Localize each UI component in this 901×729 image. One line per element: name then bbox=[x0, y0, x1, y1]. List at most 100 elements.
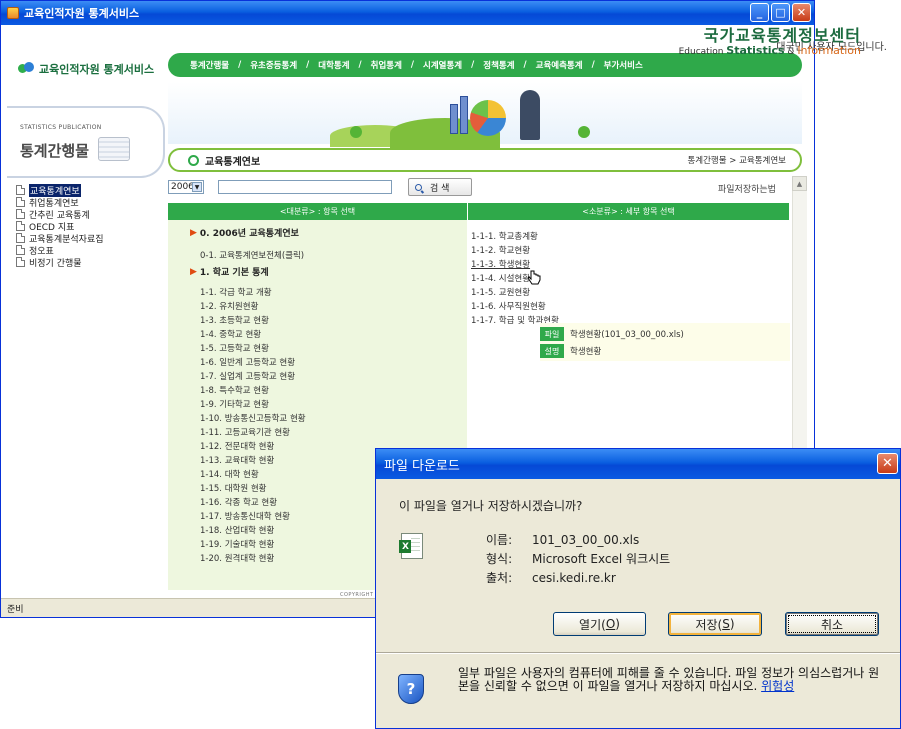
chevron-down-icon[interactable]: ▼ bbox=[192, 182, 202, 192]
search-input[interactable] bbox=[218, 180, 392, 194]
file-name-link[interactable]: 학생현황(101_03_00_00.xls) bbox=[570, 328, 684, 340]
open-button[interactable]: 열기(O) bbox=[553, 612, 646, 636]
person-illustration bbox=[520, 90, 540, 140]
minimize-button[interactable]: _ bbox=[750, 3, 769, 22]
cancel-button[interactable]: 취소 bbox=[785, 612, 879, 636]
document-icon bbox=[16, 221, 25, 231]
dialog-title: 파일 다운로드 bbox=[384, 458, 460, 474]
tree-icon bbox=[578, 126, 590, 138]
list-item[interactable]: 1-13. 교육대학 현황 bbox=[200, 454, 274, 466]
scroll-up-button[interactable]: ▲ bbox=[792, 176, 807, 191]
file-source-row: 출처: cesi.kedi.re.kr bbox=[486, 571, 616, 585]
list-item[interactable]: 1-15. 대학원 현황 bbox=[200, 482, 267, 494]
list-item[interactable]: 1-16. 각종 학교 현황 bbox=[200, 496, 277, 508]
file-source-value: cesi.kedi.re.kr bbox=[532, 571, 616, 585]
list-item[interactable]: 1-7. 실업계 고등학교 현황 bbox=[200, 370, 295, 382]
triangle-right-icon: ▶ bbox=[190, 227, 197, 238]
nav-item-university[interactable]: 대학통계 bbox=[318, 59, 349, 71]
save-method-link[interactable]: 파일저장하는법 bbox=[718, 182, 776, 195]
sidebar-item-analysis[interactable]: 교육통계분석자료집 bbox=[16, 232, 104, 245]
list-item[interactable]: 1-1. 각급 학교 개황 bbox=[200, 286, 272, 298]
pie-chart-icon bbox=[470, 100, 506, 136]
category-group-head[interactable]: ▶ 0. 2006년 교육통계연보 bbox=[190, 226, 299, 240]
page-title: 교육통계연보 bbox=[205, 156, 261, 168]
sidebar-title: 통계간행물 bbox=[20, 142, 90, 160]
nav-item-extra[interactable]: 부가서비스 bbox=[604, 59, 643, 71]
status-text: 준비 bbox=[7, 604, 24, 615]
list-item[interactable]: 1-2. 유치원현황 bbox=[200, 300, 258, 312]
sidebar-item-brief-stats[interactable]: 간추린 교육통계 bbox=[16, 208, 104, 221]
logo-icon bbox=[18, 62, 34, 76]
sidebar-subtitle: STATISTICS PUBLICATION bbox=[20, 124, 102, 131]
category-group-head[interactable]: ▶ 1. 학교 기본 통계 bbox=[190, 265, 269, 279]
list-item[interactable]: 1-1-2. 학교현황 bbox=[471, 244, 530, 256]
risk-link[interactable]: 위험성 bbox=[761, 679, 794, 693]
file-type-value: Microsoft Excel 워크시트 bbox=[532, 552, 671, 566]
nav-item-publications[interactable]: 통계간행물 bbox=[190, 59, 229, 71]
list-item[interactable]: 1-1-5. 교원현황 bbox=[471, 286, 530, 298]
sidebar-item-yearbook[interactable]: 교육통계연보 bbox=[16, 183, 104, 197]
list-item[interactable]: 1-4. 중학교 현황 bbox=[200, 328, 261, 340]
excel-file-icon: X bbox=[399, 533, 423, 559]
list-item[interactable]: 1-11. 고등교육기관 현황 bbox=[200, 426, 290, 438]
list-item[interactable]: 1-1-6. 사무직원현황 bbox=[471, 300, 546, 312]
logo-text: 교육인적자원 통계서비스 bbox=[39, 63, 155, 76]
document-icon bbox=[16, 209, 25, 219]
banner-subtitle: Education Statistics & Information bbox=[678, 44, 861, 57]
list-item[interactable]: 1-18. 산업대학 현황 bbox=[200, 524, 274, 536]
page-header: 교육통계연보 통계간행물 > 교육통계연보 bbox=[168, 148, 802, 172]
list-item[interactable]: 1-9. 기타학교 현황 bbox=[200, 398, 269, 410]
window-title: 교육인적자원 통계서비스 bbox=[24, 7, 140, 20]
list-item[interactable]: 0-1. 교육통계연보전체(클릭) bbox=[200, 249, 304, 261]
list-item[interactable]: 1-14. 대학 현황 bbox=[200, 468, 259, 480]
list-item[interactable]: 1-20. 원격대학 현황 bbox=[200, 552, 274, 564]
list-item[interactable]: 1-5. 고등학교 현황 bbox=[200, 342, 269, 354]
sidebar-item-employment-yearbook[interactable]: 취업통계연보 bbox=[16, 196, 104, 209]
banner-title: 국가교육통계정보센터 bbox=[703, 26, 861, 45]
nav-item-timeseries[interactable]: 시계열통계 bbox=[423, 59, 462, 71]
list-item[interactable]: 1-19. 기술대학 현황 bbox=[200, 538, 274, 550]
nav-item-forecast[interactable]: 교육예측통계 bbox=[536, 59, 583, 71]
document-icon bbox=[16, 185, 25, 195]
maximize-button[interactable]: □ bbox=[771, 3, 790, 22]
search-button[interactable]: 검 색 bbox=[408, 178, 472, 196]
list-item[interactable]: 1-10. 방송통신고등학교 현황 bbox=[200, 412, 306, 424]
nav-item-policy[interactable]: 정책통계 bbox=[483, 59, 514, 71]
sidebar-item-irregular[interactable]: 비정기 간행물 bbox=[16, 256, 104, 269]
sidebar-tree: 교육통계연보 취업통계연보 간추린 교육통계 OECD 지표 교육통계분석자료집… bbox=[16, 183, 104, 269]
file-tag: 파일 bbox=[540, 327, 564, 341]
major-category-header: <대분류> : 항목 선택 bbox=[168, 203, 467, 220]
file-name-row: 이름: 101_03_00_00.xls bbox=[486, 533, 640, 547]
dialog-titlebar[interactable]: 파일 다운로드 ✕ bbox=[376, 449, 900, 479]
list-item[interactable]: 1-1-1. 학교총계황 bbox=[471, 230, 538, 242]
list-item[interactable]: 1-6. 일반계 고등학교 현황 bbox=[200, 356, 295, 368]
sidebar-item-errata[interactable]: 정오표 bbox=[16, 244, 104, 257]
site-logo[interactable]: 교육인적자원 통계서비스 bbox=[18, 61, 154, 77]
sidebar-item-oecd[interactable]: OECD 지표 bbox=[16, 220, 104, 233]
year-select[interactable]: 2006 ▼ bbox=[168, 180, 204, 194]
list-item[interactable]: 1-1-4. 시설현황 bbox=[471, 272, 530, 284]
dialog-question: 이 파일을 열거나 저장하시겠습니까? bbox=[399, 499, 583, 513]
nav-item-employment[interactable]: 취업통계 bbox=[371, 59, 402, 71]
save-button[interactable]: 저장(S) bbox=[668, 612, 762, 636]
dialog-divider bbox=[376, 652, 900, 654]
search-icon bbox=[415, 183, 422, 191]
list-item[interactable]: 1-12. 전문대학 현황 bbox=[200, 440, 274, 452]
dialog-close-button[interactable]: ✕ bbox=[877, 453, 898, 474]
list-item[interactable]: 1-17. 방송통신대학 현황 bbox=[200, 510, 290, 522]
hand-cursor-icon bbox=[527, 270, 541, 285]
main-titlebar[interactable]: 교육인적자원 통계서비스 _ □ ✕ bbox=[1, 1, 814, 25]
bar-chart-icon bbox=[460, 96, 468, 134]
bar-chart-icon bbox=[450, 104, 458, 134]
list-item[interactable]: 1-1-3. 학생현황 bbox=[471, 258, 530, 270]
document-icon bbox=[16, 257, 25, 267]
minor-category-header: <소분류> : 세부 항목 선택 bbox=[467, 203, 789, 220]
list-item[interactable]: 1-8. 특수학교 현황 bbox=[200, 384, 269, 396]
nav-item-k12[interactable]: 유초중등통계 bbox=[250, 59, 297, 71]
breadcrumb: 통계간행물 > 교육통계연보 bbox=[687, 156, 786, 166]
tree-icon bbox=[350, 126, 362, 138]
triangle-right-icon: ▶ bbox=[190, 266, 197, 277]
list-item[interactable]: 1-3. 초등학교 현황 bbox=[200, 314, 269, 326]
description-tag: 설명 bbox=[540, 344, 564, 358]
close-button[interactable]: ✕ bbox=[792, 3, 811, 22]
